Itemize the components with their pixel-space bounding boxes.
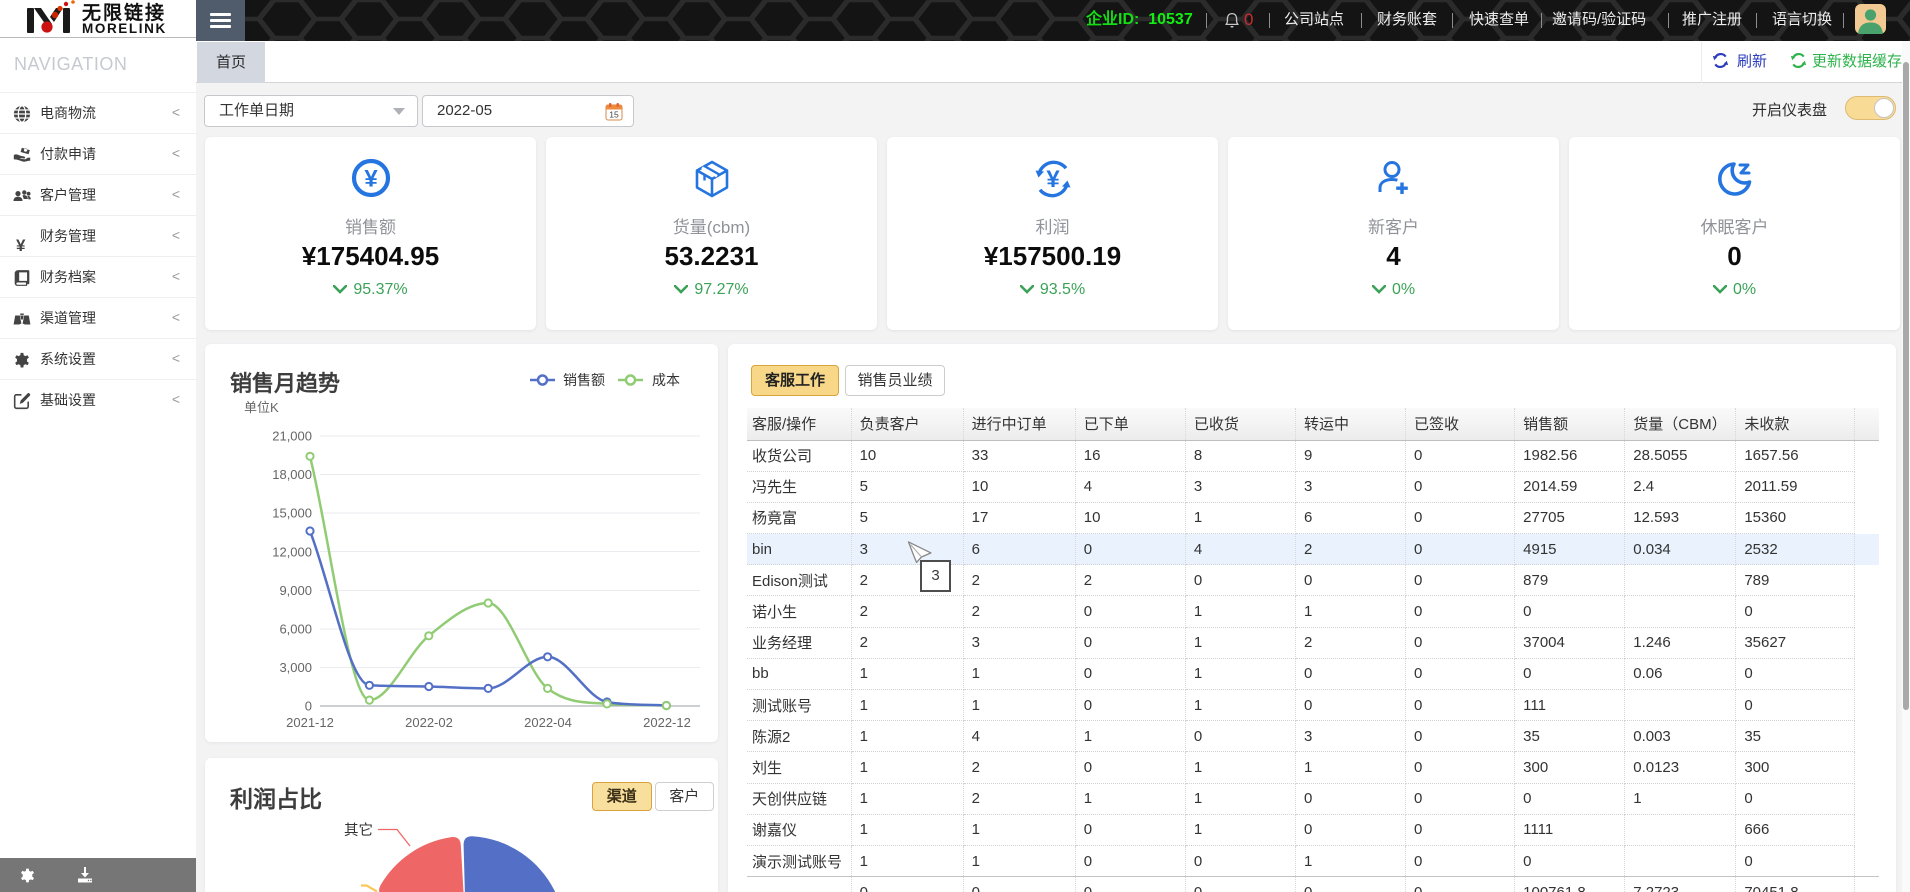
svg-text:MORELINK: MORELINK <box>82 21 167 36</box>
svg-text:18,000: 18,000 <box>272 467 312 482</box>
svg-text:¥: ¥ <box>1046 166 1060 193</box>
svg-text:21,000: 21,000 <box>272 429 312 444</box>
svg-text:成本: 成本 <box>652 372 680 388</box>
svg-text:2022-12: 2022-12 <box>643 715 691 730</box>
svg-text:销售额: 销售额 <box>563 372 605 388</box>
svg-text:单位K: 单位K <box>244 400 279 415</box>
svg-text:0: 0 <box>305 699 312 714</box>
svg-text:9,000: 9,000 <box>279 583 312 598</box>
svg-text:15: 15 <box>609 110 619 120</box>
svg-text:12,000: 12,000 <box>272 545 312 560</box>
svg-text:6,000: 6,000 <box>279 622 312 637</box>
svg-text:其它: 其它 <box>344 821 373 839</box>
svg-text:¥: ¥ <box>364 166 378 193</box>
svg-text:2022-02: 2022-02 <box>405 715 453 730</box>
svg-text:2021-12: 2021-12 <box>286 715 334 730</box>
svg-text:3,000: 3,000 <box>279 660 312 675</box>
svg-text:15,000: 15,000 <box>272 506 312 521</box>
svg-text:2022-04: 2022-04 <box>524 715 572 730</box>
